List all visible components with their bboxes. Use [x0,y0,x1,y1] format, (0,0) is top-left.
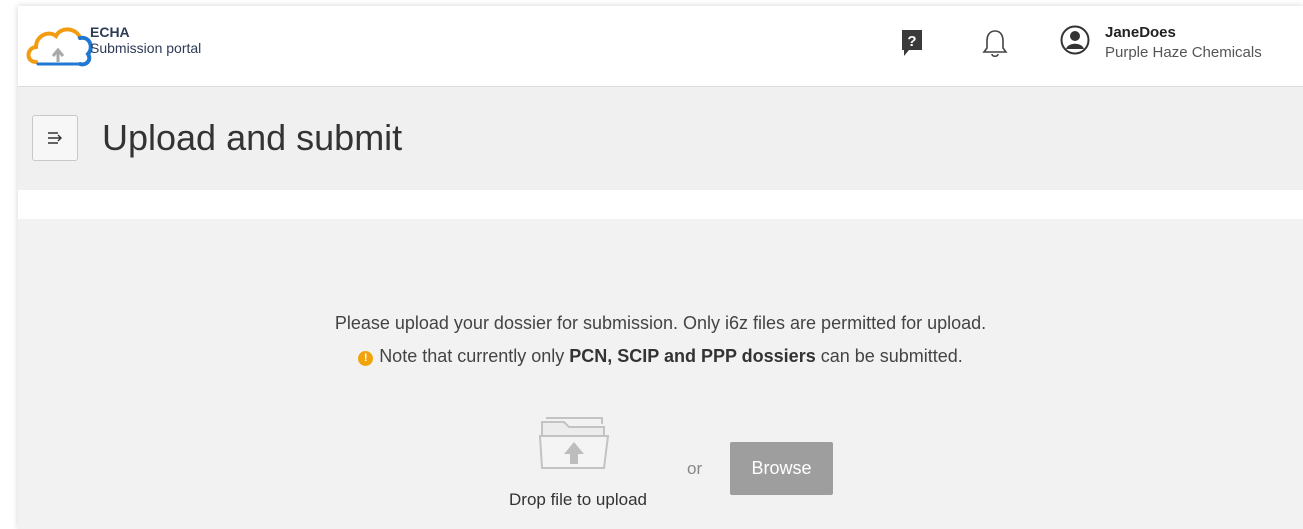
user-organisation: Purple Haze Chemicals [1105,44,1262,61]
upload-area[interactable]: Please upload your dossier for submissio… [18,219,1303,529]
menu-toggle-icon [48,132,62,144]
user-menu[interactable]: JaneDoes Purple Haze Chemicals [1105,23,1262,63]
top-header: ECHA Submission portal ? JaneDoes Purple… [18,6,1303,87]
warning-icon: ! [358,351,374,366]
drop-zone[interactable] [536,412,612,474]
or-separator: or [687,459,703,478]
title-bar: Upload and submit [18,87,1303,190]
folder-upload-icon [538,417,610,469]
note-prefix: Note that currently only [379,346,570,366]
note-suffix: can be submitted. [815,346,963,366]
page-title: Upload and submit [102,117,403,158]
notifications-button[interactable] [982,28,1008,58]
bell-icon [982,30,1008,58]
drop-label: Drop file to upload [509,490,647,509]
user-avatar[interactable] [1060,25,1090,55]
user-name: JaneDoes [1105,24,1176,41]
upload-note: ! Note that currently only PCN, SCIP and … [18,346,1303,367]
user-avatar-icon [1060,25,1090,55]
help-button[interactable]: ? [900,28,924,58]
svg-text:?: ? [907,33,916,50]
note-emphasis: PCN, SCIP and PPP dossiers [569,346,816,366]
divider-strip [18,190,1303,219]
brand-name: ECHA [90,24,130,40]
help-question-icon: ? [902,30,922,56]
logo-text: ECHA Submission portal [90,24,201,56]
menu-toggle-button[interactable] [32,115,78,161]
app-frame: ECHA Submission portal ? JaneDoes Purple… [18,6,1303,529]
browse-button[interactable]: Browse [730,442,833,495]
brand-product: Submission portal [90,40,202,56]
upload-instructions: Please upload your dossier for submissio… [334,313,987,333]
